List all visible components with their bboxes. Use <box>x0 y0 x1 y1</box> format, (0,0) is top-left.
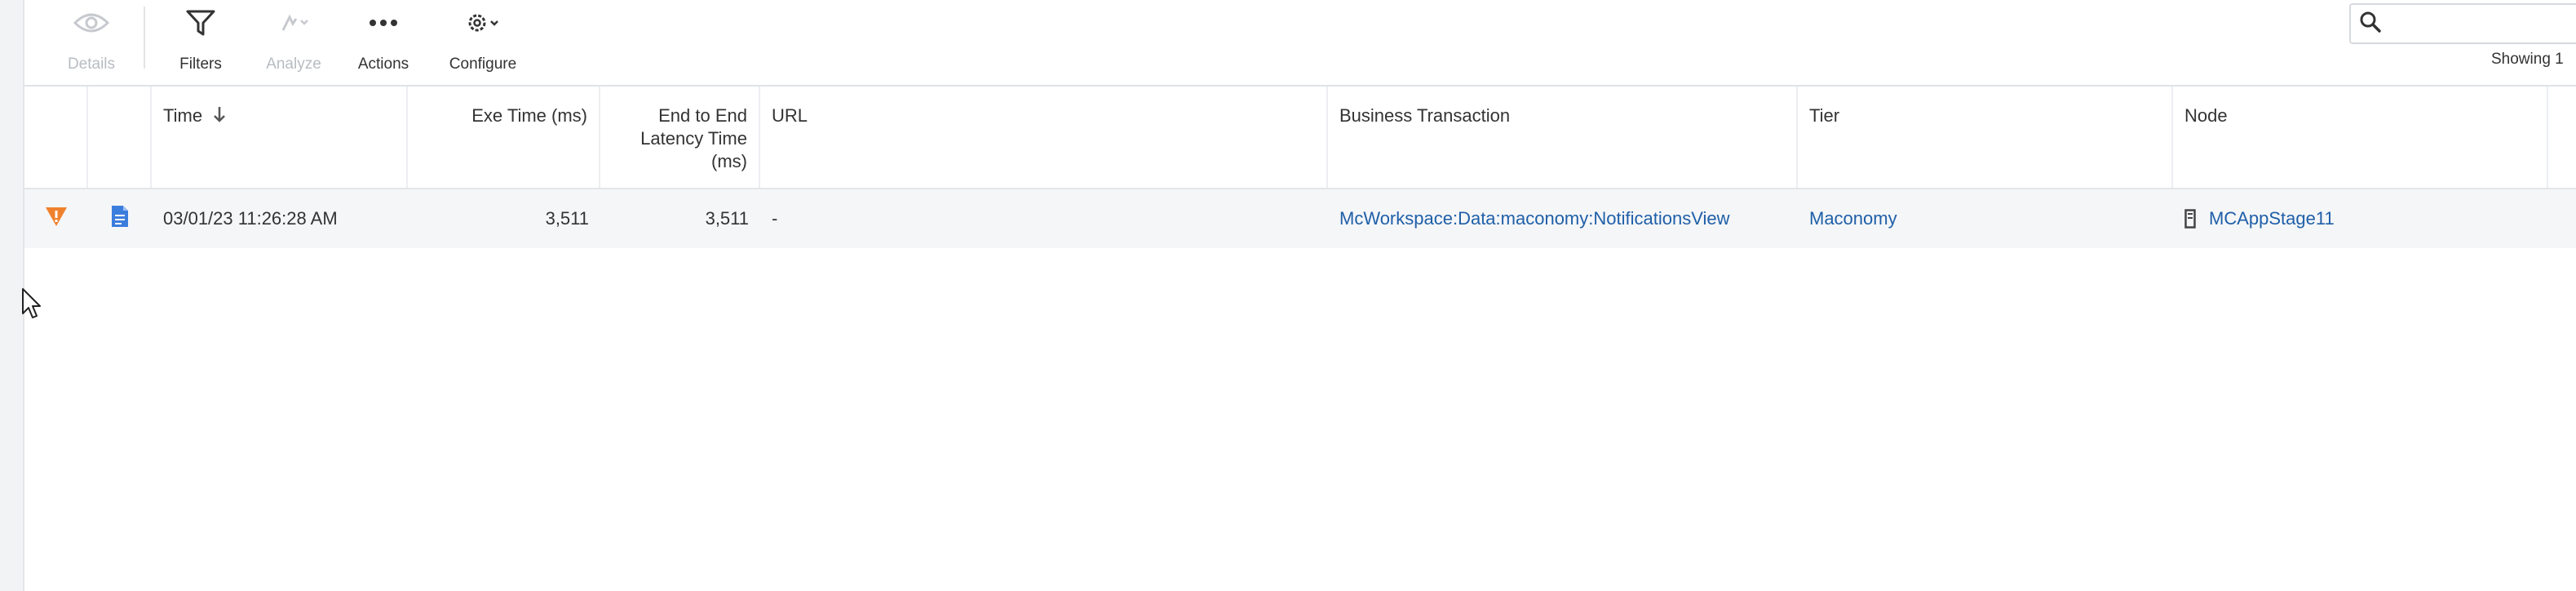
actions-button[interactable]: Actions <box>351 7 416 75</box>
search-input[interactable] <box>2349 3 2576 44</box>
url-cell: - <box>772 208 778 229</box>
col-node-label: Node <box>2184 105 2228 126</box>
filters-label: Filters <box>179 56 222 73</box>
warning-triangle-icon <box>44 205 69 233</box>
col-business-transaction-label: Business Transaction <box>1339 105 1511 126</box>
configure-button[interactable]: Configure <box>445 7 520 75</box>
analyze-label: Analyze <box>266 56 321 73</box>
eye-icon <box>73 7 110 39</box>
col-time-header[interactable]: Time <box>152 87 408 188</box>
col-e2e-latency-header[interactable]: End to End Latency Time (ms) <box>600 87 760 188</box>
col-severity-header <box>24 87 88 188</box>
col-business-transaction-header[interactable]: Business Transaction <box>1328 87 1798 188</box>
col-e2e-label-line3: (ms) <box>711 151 747 171</box>
actions-label: Actions <box>357 56 409 73</box>
configure-label: Configure <box>449 56 517 73</box>
filters-button[interactable]: Filters <box>168 7 233 75</box>
showing-count: Showing 1 <box>2491 51 2564 68</box>
col-e2e-label-line2: Latency Time <box>640 128 747 149</box>
business-transaction-link[interactable]: McWorkspace:Data:maconomy:NotificationsV… <box>1328 189 1798 248</box>
time-cell: 03/01/23 11:26:28 AM <box>163 208 338 229</box>
severity-cell <box>24 189 88 248</box>
e2e-latency-cell: 3,511 <box>705 208 749 229</box>
analyze-icon <box>275 7 312 39</box>
col-doc-header <box>88 87 152 188</box>
doc-cell[interactable] <box>88 189 152 248</box>
sort-down-icon <box>212 105 227 129</box>
search-icon <box>2359 11 2382 38</box>
node-link[interactable]: MCAppStage11 <box>2209 208 2335 229</box>
filter-icon <box>186 7 215 39</box>
toolbar-separator <box>144 7 145 69</box>
col-url-label: URL <box>772 105 808 126</box>
node-cell[interactable]: MCAppStage11 <box>2173 189 2565 248</box>
server-node-icon <box>2184 209 2196 229</box>
tier-link[interactable]: Maconomy <box>1798 189 2173 248</box>
details-button[interactable]: Details <box>54 7 129 75</box>
col-time-label: Time <box>163 105 203 126</box>
toolbar: Details Filters Analyze Actions Configur… <box>24 0 2576 87</box>
gear-icon <box>464 7 502 39</box>
col-exe-time-label: Exe Time (ms) <box>471 105 587 126</box>
analyze-button[interactable]: Analyze <box>256 7 331 75</box>
table-header: Time Exe Time (ms) End to End Latency Ti… <box>24 87 2576 189</box>
col-node-header[interactable]: Node <box>2173 87 2548 188</box>
mouse-cursor-icon <box>21 287 42 324</box>
col-tier-header[interactable]: Tier <box>1798 87 2173 188</box>
col-tier-label: Tier <box>1809 105 1840 126</box>
details-label: Details <box>67 56 116 73</box>
more-icon <box>369 7 398 39</box>
table-row[interactable]: 03/01/23 11:26:28 AM 3,511 3,511 - McWor… <box>24 189 2576 248</box>
col-e2e-label-line1: End to End <box>658 105 747 126</box>
document-icon[interactable] <box>110 204 130 233</box>
col-exe-time-header[interactable]: Exe Time (ms) <box>408 87 600 188</box>
col-url-header[interactable]: URL <box>760 87 1328 188</box>
exe-time-cell: 3,511 <box>545 208 589 229</box>
